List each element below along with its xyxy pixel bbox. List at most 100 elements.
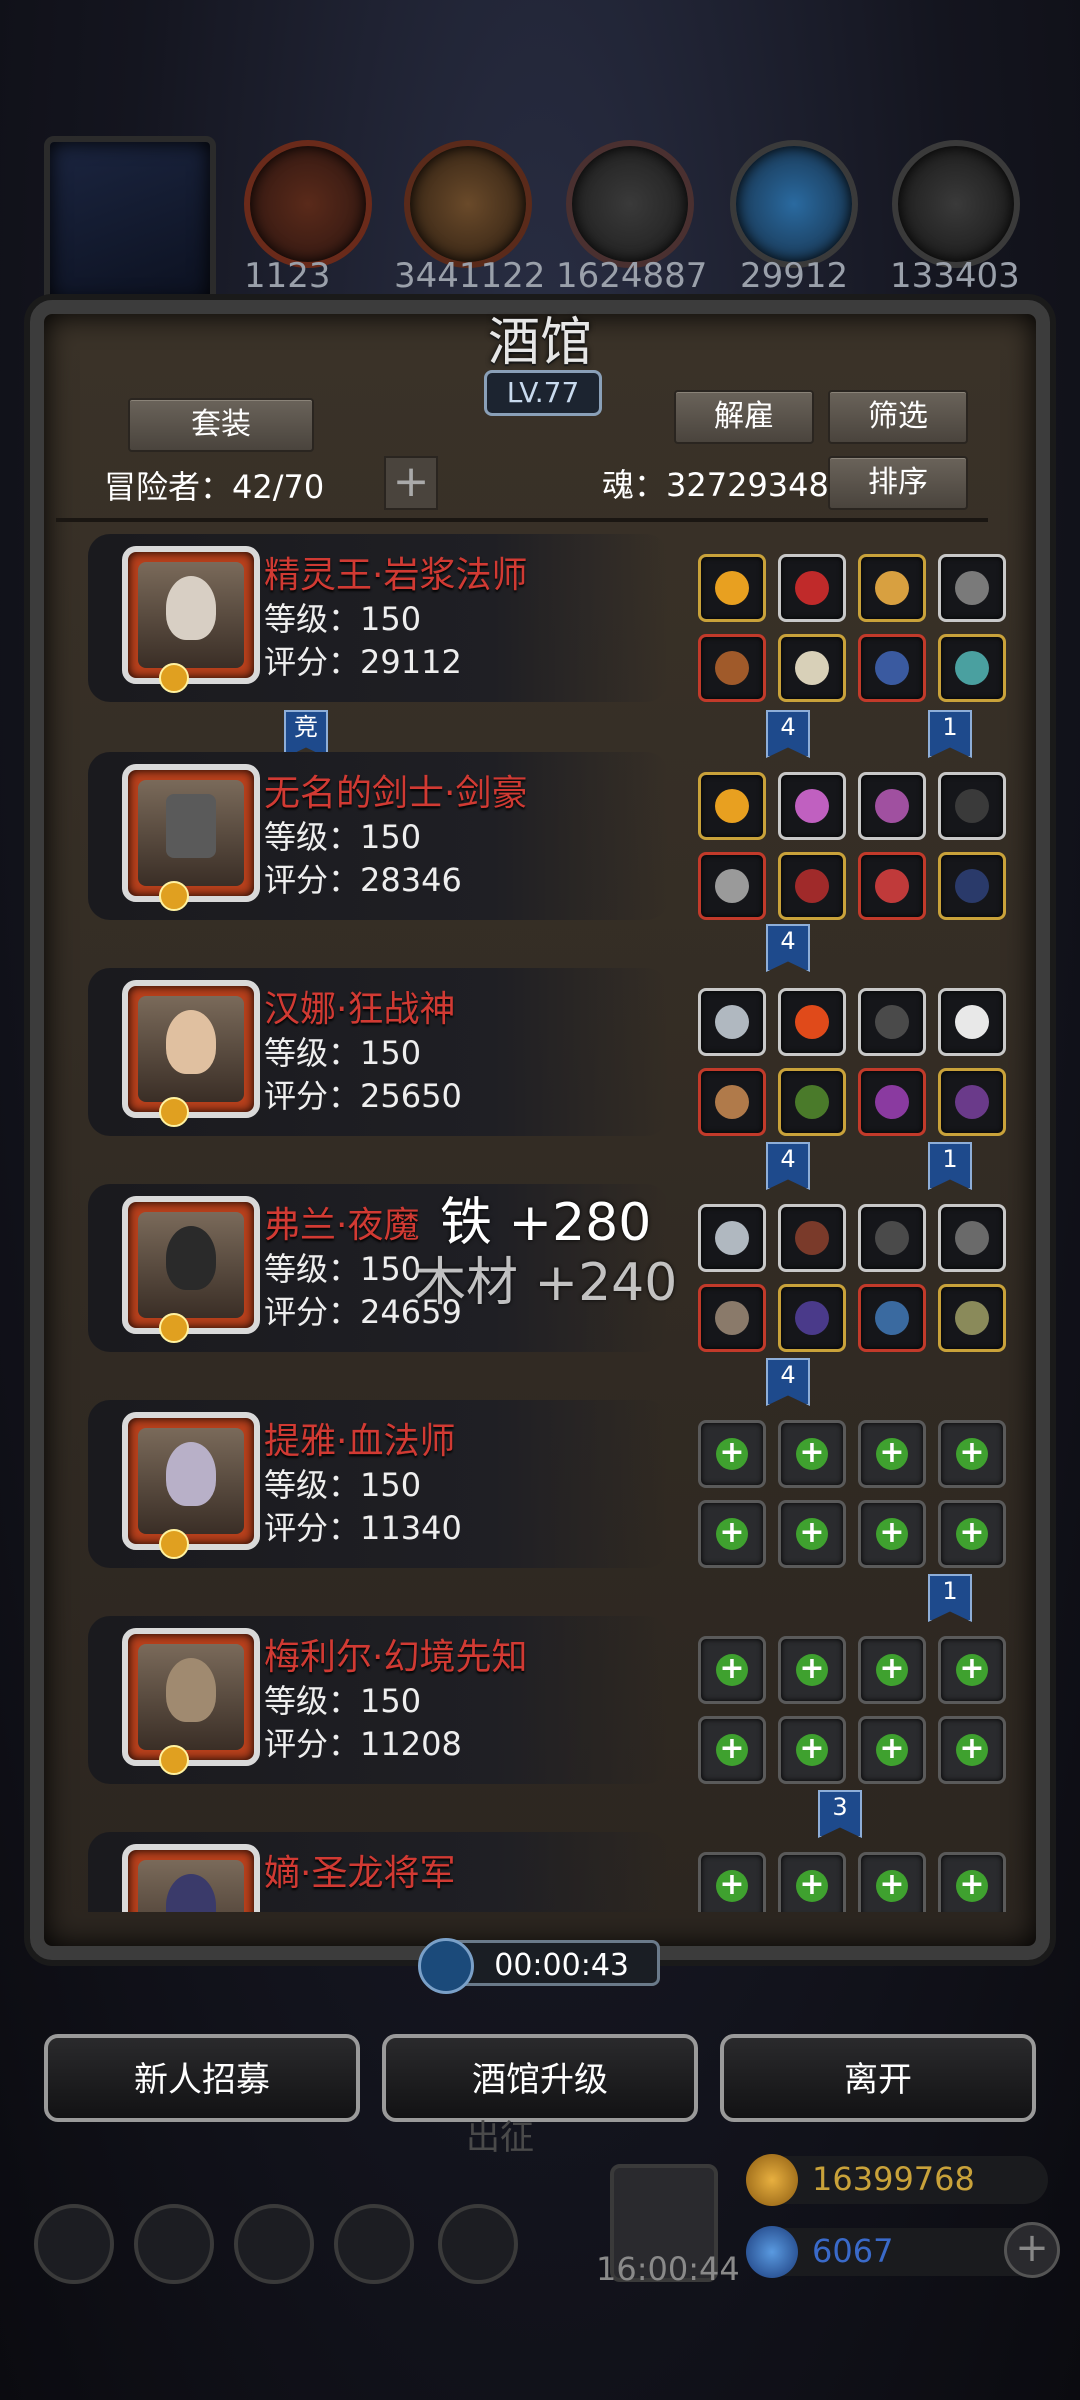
empty-equipment-slot[interactable]: + [938,1852,1006,1912]
equipment-slot[interactable] [938,772,1006,840]
add-currency-button[interactable]: + [1004,2222,1060,2278]
sort-button[interactable]: 排序 [828,456,968,510]
mail-icon[interactable] [334,2204,414,2284]
empty-equipment-slot[interactable]: + [938,1636,1006,1704]
equipment-slot[interactable] [938,634,1006,702]
equipment-slot[interactable] [938,554,1006,622]
meat-amount: 1123 [244,256,331,296]
equipment-slot[interactable] [698,1068,766,1136]
equipment-slot[interactable] [858,1068,926,1136]
equipment-slot[interactable] [858,988,926,1056]
equipment-slot[interactable] [938,1068,1006,1136]
empty-equipment-slot[interactable]: + [858,1852,926,1912]
hero-row[interactable]: 精灵王·岩浆法师 等级：150 评分：29112 [88,524,1006,704]
hero-portrait[interactable] [122,1844,260,1912]
gem-amount: 6067 [812,2232,894,2270]
empty-equipment-slot[interactable]: + [698,1420,766,1488]
equipment-slot[interactable] [858,1284,926,1352]
equipment-slot[interactable] [858,852,926,920]
gift-timer: 16:00:44 [596,2250,740,2288]
equipment-slot[interactable] [698,772,766,840]
add-icon: + [956,1870,988,1902]
add-icon: + [796,1438,828,1470]
upgrade-tavern-button[interactable]: 酒馆升级 [382,2034,698,2122]
equipment-slot[interactable] [698,1204,766,1272]
empty-equipment-slot[interactable]: + [938,1716,1006,1784]
equipment-slot[interactable] [698,852,766,920]
equipment-slot[interactable] [858,1204,926,1272]
equipment-slot[interactable] [778,988,846,1056]
empty-equipment-slot[interactable]: + [778,1716,846,1784]
empty-equipment-slot[interactable]: + [938,1500,1006,1568]
equipment-slot[interactable] [698,988,766,1056]
empty-equipment-slot[interactable]: + [698,1716,766,1784]
gold-emblem-icon [159,881,189,911]
hero-name: 精灵王·岩浆法师 [264,555,528,596]
hero-score: 评分：11340 [264,1509,462,1547]
hero-level: 等级：150 [264,1250,422,1288]
equipment-slot[interactable] [778,554,846,622]
achievement-icon[interactable] [134,2204,214,2284]
gold-emblem-icon [159,1529,189,1559]
empty-equipment-slot[interactable]: + [858,1636,926,1704]
hero-level: 等级：150 [264,1034,422,1072]
hero-row[interactable]: 无名的剑士·剑豪 等级：150 评分：28346 [88,742,1006,922]
suit-button[interactable]: 套装 [128,398,314,452]
hero-row[interactable]: 梅利尔·幻境先知 等级：150 评分：11208 + + + + + + + + [88,1606,1006,1786]
crystal-resource-icon [730,140,858,268]
empty-equipment-slot[interactable]: + [938,1420,1006,1488]
add-icon: + [876,1518,908,1550]
settings-icon[interactable] [34,2204,114,2284]
empty-equipment-slot[interactable]: + [778,1420,846,1488]
equipment-slot[interactable] [778,634,846,702]
hero-name: 嫡·圣龙将军 [264,1853,456,1894]
equipment-slot[interactable] [858,554,926,622]
chat-icon[interactable] [438,2204,518,2284]
empty-equipment-slot[interactable]: + [778,1636,846,1704]
empty-equipment-slot[interactable]: + [858,1500,926,1568]
empty-equipment-slot[interactable]: + [698,1636,766,1704]
guild-icon[interactable] [234,2204,314,2284]
equipment-slot[interactable] [778,1068,846,1136]
add-icon: + [796,1734,828,1766]
wood-amount: 3441122 [394,256,546,296]
empty-equipment-slot[interactable]: + [698,1852,766,1912]
equipment-slot[interactable] [938,1204,1006,1272]
gold-amount: 16399768 [812,2160,975,2198]
dismiss-button[interactable]: 解雇 [674,390,814,444]
hero-name: 弗兰·夜魔 [264,1205,420,1246]
hero-row[interactable]: 提雅·血法师 等级：150 评分：11340 + + + + + + + + [88,1390,1006,1570]
empty-equipment-slot[interactable]: + [778,1500,846,1568]
equipment-slot[interactable] [778,852,846,920]
equipment-slot[interactable] [778,1204,846,1272]
hero-row[interactable]: 汉娜·狂战神 等级：150 评分：25650 [88,958,1006,1138]
equipment-slot[interactable] [778,1284,846,1352]
leave-button[interactable]: 离开 [720,2034,1036,2122]
add-icon: + [956,1438,988,1470]
equipment-slot[interactable] [858,634,926,702]
equipment-slot[interactable] [938,1284,1006,1352]
filter-button[interactable]: 筛选 [828,390,968,444]
empty-equipment-slot[interactable]: + [858,1716,926,1784]
expand-capacity-button[interactable]: + [384,456,438,510]
recruit-button[interactable]: 新人招募 [44,2034,360,2122]
equipment-slot[interactable] [938,852,1006,920]
player-avatar[interactable] [44,136,216,308]
empty-equipment-slot[interactable]: + [858,1420,926,1488]
equipment-slot[interactable] [778,772,846,840]
equipment-slot[interactable] [938,988,1006,1056]
stone-amount: 133403 [890,256,1020,296]
wood-resource-icon [404,140,532,268]
stone-resource-icon [892,140,1020,268]
empty-equipment-slot[interactable]: + [778,1852,846,1912]
add-icon: + [716,1654,748,1686]
hero-row[interactable]: 嫡·圣龙将军 + + + + [88,1822,1006,1912]
equipment-slot[interactable] [698,634,766,702]
empty-equipment-slot[interactable]: + [698,1500,766,1568]
meat-resource-icon [244,140,372,268]
equipment-slot[interactable] [698,1284,766,1352]
equipment-slot[interactable] [698,554,766,622]
hero-level: 等级：150 [264,1682,422,1720]
hero-score: 评分：25650 [264,1077,462,1115]
equipment-slot[interactable] [858,772,926,840]
